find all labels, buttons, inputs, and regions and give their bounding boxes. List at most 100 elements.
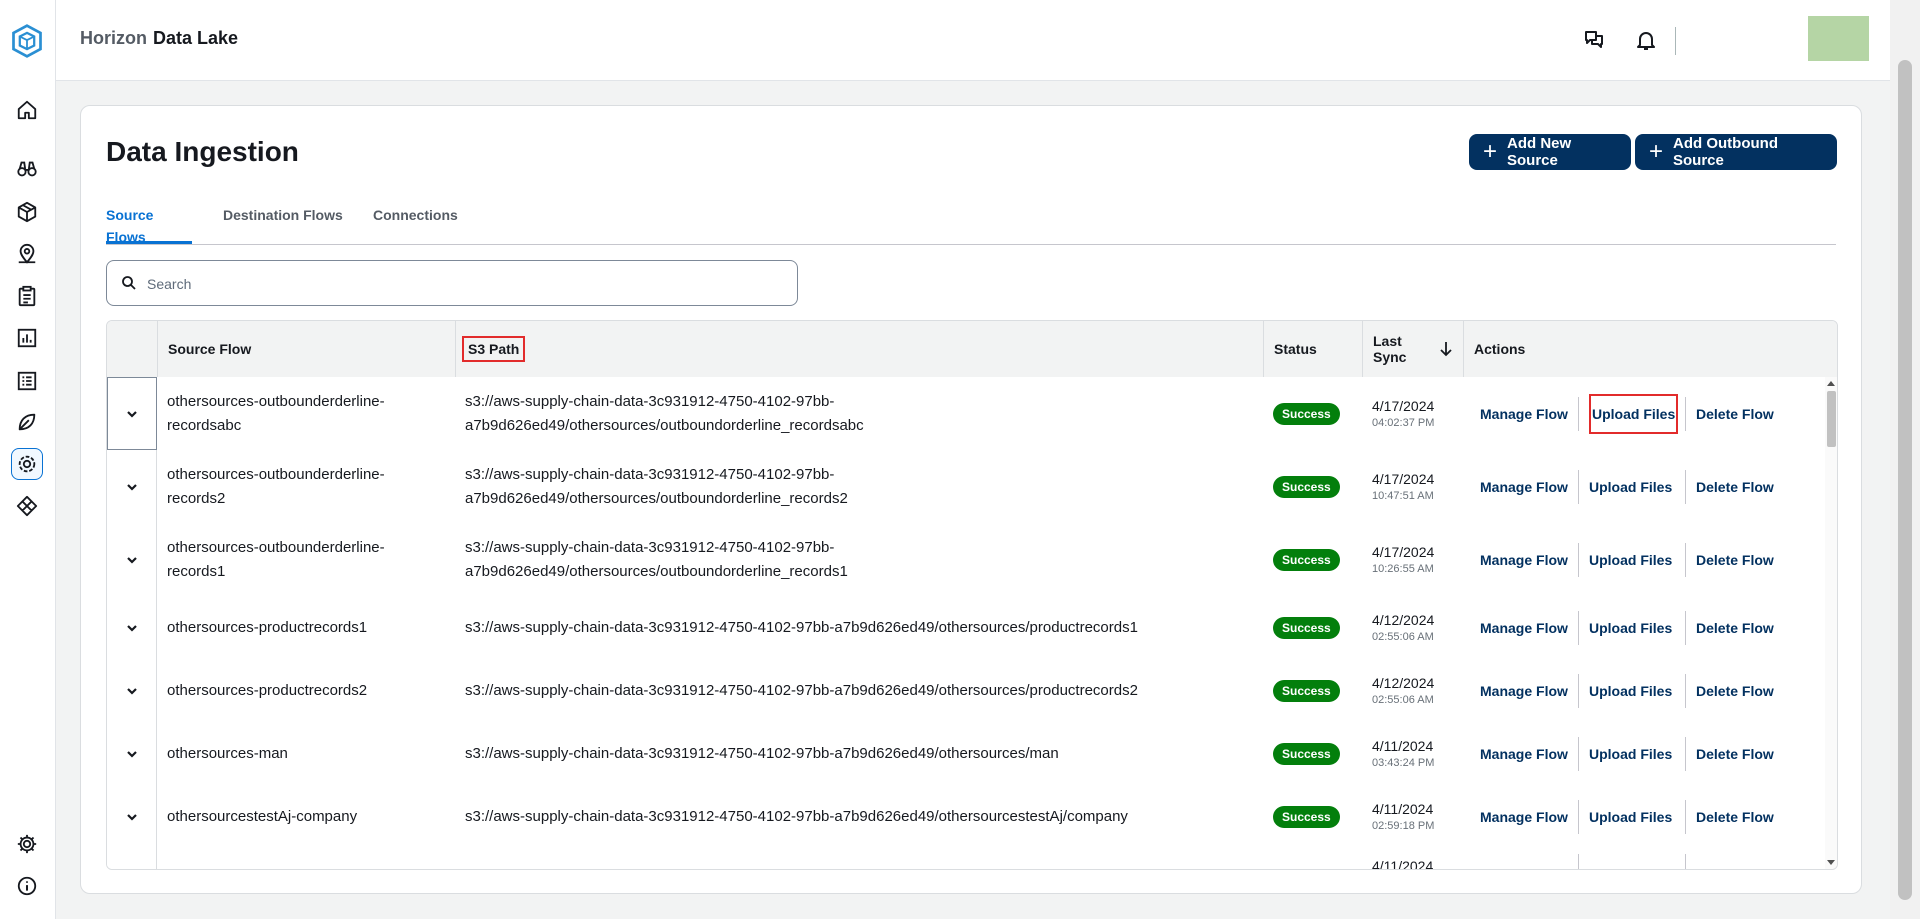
left-nav-rail (0, 0, 56, 919)
source-flow-name: othersources-outbounderderline- (167, 538, 385, 556)
table-scrollbar[interactable] (1825, 377, 1837, 869)
upload-files-button[interactable]: Upload Files (1589, 450, 1672, 523)
manage-flow-button[interactable]: Manage Flow (1480, 523, 1568, 596)
delete-flow-button[interactable]: Delete Flow (1696, 523, 1774, 596)
bar-chart-icon[interactable] (12, 323, 42, 353)
upload-files-button[interactable]: Upload Files (1588, 377, 1679, 450)
location-pin-icon[interactable] (12, 239, 42, 269)
search-input[interactable] (145, 271, 749, 297)
bell-icon[interactable] (1634, 28, 1658, 52)
delete-flow-button[interactable]: Delete Flow (1696, 596, 1774, 659)
delete-flow-button[interactable]: Delete Flow (1696, 722, 1774, 785)
page-scrollbar-thumb[interactable] (1898, 60, 1912, 900)
manage-flow-button[interactable]: Manage Flow (1480, 659, 1568, 722)
page-title: Data Ingestion (106, 136, 299, 167)
tab-source-flows[interactable]: Source Flows (106, 204, 192, 245)
table-row[interactable]: othersources-productrecords1 s3://aws-sup… (107, 596, 1827, 660)
expand-row-button[interactable] (107, 523, 157, 596)
upload-files-button[interactable]: Upload Files (1589, 722, 1672, 785)
add-new-source-button[interactable]: + Add New Source (1469, 134, 1631, 170)
data-ingestion-icon[interactable] (11, 448, 43, 480)
action-divider (1685, 799, 1686, 834)
upload-files-button[interactable]: Upload Files (1589, 523, 1672, 596)
table-row[interactable]: othersourcestestAj-company s3://aws-suppl… (107, 785, 1827, 849)
manage-flow-button[interactable]: Manage Flow (1480, 596, 1568, 659)
delete-flow-button[interactable]: Delete Flow (1696, 785, 1774, 848)
table-row[interactable]: othersources-outbounderderline-recordsab… (107, 377, 1827, 451)
add-outbound-source-button[interactable]: + Add Outbound Source (1635, 134, 1837, 170)
diamond-icon[interactable] (12, 491, 42, 521)
brand-name: Horizon (80, 28, 147, 48)
page-scrollbar[interactable] (1890, 0, 1920, 919)
source-flow-cell: othersources-outbounderderline-records2 (167, 465, 385, 507)
status-badge: Success (1273, 475, 1340, 498)
app-brand[interactable]: Horizon Data Lake (80, 28, 238, 49)
status-badge: Success (1273, 402, 1340, 425)
header-status[interactable]: Status (1263, 321, 1362, 377)
table-row[interactable]: othersources-man s3://aws-supply-chain-da… (107, 722, 1827, 786)
table-row[interactable]: othersources-productrecords2 s3://aws-sup… (107, 659, 1827, 723)
logo-icon[interactable] (8, 22, 46, 60)
upload-files-button[interactable]: Upload Files (1589, 659, 1672, 722)
header-expand (107, 321, 157, 377)
expand-row-button[interactable] (107, 785, 157, 848)
scroll-down-arrow-icon[interactable] (1827, 860, 1835, 865)
delete-flow-button[interactable]: Delete Flow (1696, 450, 1774, 523)
action-divider (1578, 854, 1579, 869)
manage-flow-button[interactable]: Manage Flow (1480, 450, 1568, 523)
action-divider (1685, 542, 1686, 577)
table-row[interactable]: othersources-outbounderderline-records2 s… (107, 450, 1827, 524)
tab-destination-flows[interactable]: Destination Flows (223, 204, 343, 244)
table-scrollbar-thumb[interactable] (1827, 391, 1836, 447)
s3-path: s3://aws-supply-chain-data-3c931912-4750… (465, 807, 1128, 825)
manage-flow-button[interactable]: Manage Flow (1480, 785, 1568, 848)
last-sync-time: 03:43:24 PM (1372, 757, 1435, 769)
top-bar: Horizon Data Lake (56, 0, 1890, 81)
source-flow-name: othersources-outbounderderline- (167, 465, 385, 483)
source-flow-name: othersources-productrecords2 (167, 681, 368, 699)
avatar[interactable] (1808, 16, 1869, 61)
list-icon[interactable] (12, 366, 42, 396)
last-sync-date: 4/17/2024 (1372, 398, 1435, 414)
expand-row-button[interactable] (107, 722, 157, 785)
info-icon[interactable] (12, 871, 42, 901)
last-sync-cell: 4/17/2024 10:26:55 AM (1372, 523, 1434, 596)
expand-row-button[interactable] (107, 848, 157, 869)
tab-connections[interactable]: Connections (373, 204, 458, 244)
action-divider (1578, 799, 1579, 834)
chat-icon[interactable] (1582, 28, 1606, 52)
leaf-icon[interactable] (12, 407, 42, 437)
gear-icon[interactable] (12, 829, 42, 859)
delete-flow-button[interactable]: Delete Flow (1696, 377, 1774, 450)
package-icon[interactable] (12, 197, 42, 227)
chevron-down-icon (126, 750, 137, 758)
expand-row-button[interactable] (107, 450, 157, 523)
last-sync-time: 02:55:06 AM (1372, 631, 1434, 643)
header-last-sync[interactable]: Last Sync (1362, 321, 1463, 377)
scroll-up-arrow-icon[interactable] (1827, 381, 1835, 386)
header-source-flow[interactable]: Source Flow (157, 321, 455, 377)
expand-row-button[interactable] (107, 377, 157, 450)
header-s3-path-cell[interactable]: S3 Path (455, 321, 1263, 377)
last-sync-date: 4/17/2024 (1372, 544, 1435, 560)
chevron-down-icon (126, 556, 137, 564)
delete-flow-button[interactable]: Delete Flow (1696, 659, 1774, 722)
upload-files-button[interactable]: Upload Files (1589, 785, 1672, 848)
expand-row-button[interactable] (107, 596, 157, 659)
s3-path-cell: s3://aws-supply-chain-data-3c931912-4750… (465, 722, 1260, 785)
header-actions: Actions (1463, 321, 1837, 377)
s3-path: s3://aws-supply-chain-data-3c931912-4750… (465, 681, 1138, 699)
table-row[interactable]: 4/11/2024 (107, 848, 1827, 869)
expand-row-button[interactable] (107, 659, 157, 722)
last-sync-time: 10:26:55 AM (1372, 563, 1434, 575)
upload-files-label: Upload Files (1589, 619, 1673, 636)
binoculars-icon[interactable] (12, 154, 42, 184)
table-row[interactable]: othersources-outbounderderline-records1 s… (107, 523, 1827, 597)
home-icon[interactable] (12, 95, 42, 125)
sort-descending-icon[interactable] (1439, 341, 1453, 357)
manage-flow-button[interactable]: Manage Flow (1480, 722, 1568, 785)
upload-files-button[interactable]: Upload Files (1589, 596, 1672, 659)
manage-flow-button[interactable]: Manage Flow (1480, 377, 1568, 450)
clipboard-icon[interactable] (12, 281, 42, 311)
last-sync-cell: 4/17/2024 04:02:37 PM (1372, 377, 1434, 450)
